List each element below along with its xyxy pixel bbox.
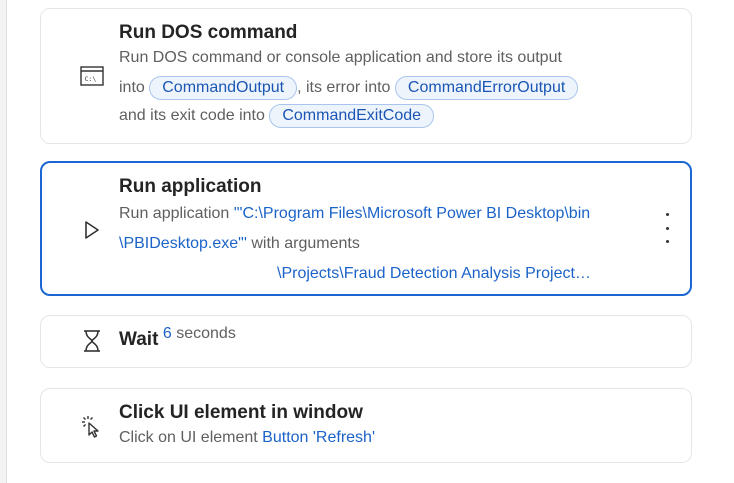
action-click-ui-element[interactable]: Click UI element in window Click on UI e… <box>40 388 692 463</box>
hourglass-icon <box>79 328 105 354</box>
wait-duration-value: 6 <box>162 325 172 343</box>
console-window-icon: C:\ <box>79 63 105 89</box>
action-run-application[interactable]: Run application Run application '"C:\Pro… <box>40 161 692 296</box>
action-wait[interactable]: Wait 6 seconds <box>40 315 692 368</box>
action-run-dos-command[interactable]: C:\ Run DOS command Run DOS command or c… <box>40 8 692 144</box>
description-text: Click on UI element <box>119 429 258 446</box>
action-title: Run DOS command <box>119 22 298 43</box>
play-icon <box>79 217 105 243</box>
variable-chip-command-error-output[interactable]: CommandErrorOutput <box>394 76 579 100</box>
action-title: Click UI element in window <box>119 402 363 423</box>
left-panel-edge <box>0 0 7 483</box>
click-cursor-icon <box>79 413 105 439</box>
action-description: Run DOS command or console application a… <box>119 45 651 129</box>
action-title: Wait <box>119 329 159 350</box>
more-options-button[interactable] <box>662 213 672 243</box>
action-description: Click on UI element Button 'Refresh' <box>119 425 651 451</box>
action-title: Run application <box>119 176 262 197</box>
action-description: Run application '"C:\Program Files\Micro… <box>119 199 650 289</box>
description-text: into <box>119 79 145 96</box>
ui-element-reference: Button 'Refresh' <box>262 429 376 446</box>
description-line: Run DOS command or console application a… <box>119 49 562 66</box>
application-path-continued: \PBIDesktop.exe"' <box>119 235 247 252</box>
variable-chip-command-exit-code[interactable]: CommandExitCode <box>269 104 435 128</box>
svg-text:C:\: C:\ <box>85 75 97 83</box>
wait-duration-unit: seconds <box>176 325 236 343</box>
application-path: '"C:\Program Files\Microsoft Power BI De… <box>233 205 591 222</box>
application-arguments: \Projects\Fraud Detection Analysis Proje… <box>277 265 591 282</box>
flow-canvas: C:\ Run DOS command Run DOS command or c… <box>0 0 734 483</box>
description-text: and its exit code into <box>119 107 265 124</box>
variable-chip-command-output[interactable]: CommandOutput <box>149 76 298 100</box>
description-text: Run application <box>119 205 230 222</box>
description-text: , its error into <box>297 79 391 96</box>
description-text: with arguments <box>251 235 360 252</box>
